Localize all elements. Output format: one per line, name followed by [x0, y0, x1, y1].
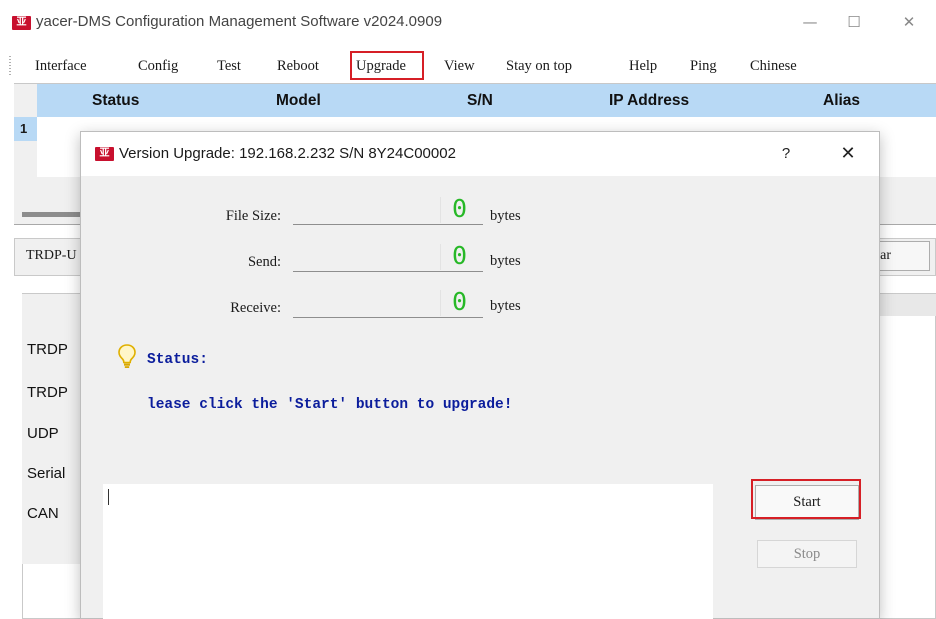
send-label: Send: [247, 254, 281, 270]
tab-trdp-u[interactable]: TRDP-U [26, 248, 77, 264]
menu-stay-on-top[interactable]: Stay on top [506, 58, 572, 75]
menu-config[interactable]: Config [138, 58, 178, 75]
column-model[interactable]: Model [276, 92, 321, 110]
file-size-unit: bytes [490, 208, 521, 224]
protocol-item-udp[interactable]: UDP [27, 425, 59, 442]
version-upgrade-dialog: 亚 Version Upgrade: 192.168.2.232 S/N 8Y2… [80, 131, 880, 619]
send-display: 0 [293, 242, 483, 272]
upgrade-highlight-box [350, 51, 424, 80]
menu-chinese[interactable]: Chinese [750, 58, 797, 75]
send-unit: bytes [490, 253, 521, 269]
text-caret [108, 489, 109, 505]
app-logo-icon: 亚 [12, 16, 31, 30]
column-alias[interactable]: Alias [823, 92, 860, 110]
file-size-value: 0 [451, 194, 467, 223]
menu-test[interactable]: Test [217, 58, 241, 75]
file-size-display: 0 [293, 195, 483, 225]
protocol-item-trdp[interactable]: TRDP [27, 341, 68, 358]
receive-value: 0 [451, 287, 467, 316]
send-value: 0 [451, 241, 467, 270]
start-highlight-box [751, 479, 861, 519]
status-label: Status: [147, 352, 208, 368]
main-titlebar: 亚 yacer-DMS Configuration Management Sof… [0, 0, 936, 50]
lower-panel-header [878, 294, 936, 316]
column-ip-address[interactable]: IP Address [609, 92, 689, 110]
close-button[interactable]: ✕ [889, 6, 929, 38]
menu-bar: Interface Config Test Reboot Upgrade Vie… [0, 52, 936, 82]
horizontal-scrollbar[interactable] [22, 212, 82, 217]
protocol-item-can[interactable]: CAN [27, 505, 59, 522]
receive-display: 0 [293, 288, 483, 318]
column-status[interactable]: Status [92, 92, 139, 110]
receive-label: Receive: [230, 300, 281, 316]
menu-grip-handle [9, 56, 11, 76]
table-header: Status Model S/N IP Address Alias [37, 84, 936, 117]
menu-reboot[interactable]: Reboot [277, 58, 319, 75]
menu-view[interactable]: View [444, 58, 475, 75]
protocol-item-trdp2[interactable]: TRDP [27, 384, 68, 401]
protocol-item-serial[interactable]: Serial [27, 465, 65, 482]
menu-interface[interactable]: Interface [35, 58, 87, 75]
help-button[interactable]: ? [771, 141, 801, 167]
app-title: yacer-DMS Configuration Management Softw… [36, 13, 443, 30]
menu-help[interactable]: Help [629, 58, 657, 75]
column-sn[interactable]: S/N [467, 92, 493, 110]
lightbulb-icon [118, 344, 136, 368]
row-number[interactable]: 1 [14, 117, 37, 141]
menu-ping[interactable]: Ping [690, 58, 717, 75]
minimize-button[interactable]: — [790, 6, 830, 38]
maximize-button[interactable]: ☐ [834, 6, 874, 38]
receive-unit: bytes [490, 298, 521, 314]
stop-button[interactable]: Stop [757, 540, 857, 568]
dialog-logo-icon: 亚 [95, 147, 114, 161]
file-size-label: File Size: [225, 208, 281, 224]
status-message: lease click the 'Start' button to upgrad… [147, 397, 513, 413]
dialog-close-button[interactable]: ✕ [833, 140, 863, 168]
dialog-titlebar: 亚 Version Upgrade: 192.168.2.232 S/N 8Y2… [81, 132, 879, 176]
dialog-title: Version Upgrade: 192.168.2.232 S/N 8Y24C… [119, 145, 456, 162]
log-textarea[interactable] [103, 484, 713, 619]
